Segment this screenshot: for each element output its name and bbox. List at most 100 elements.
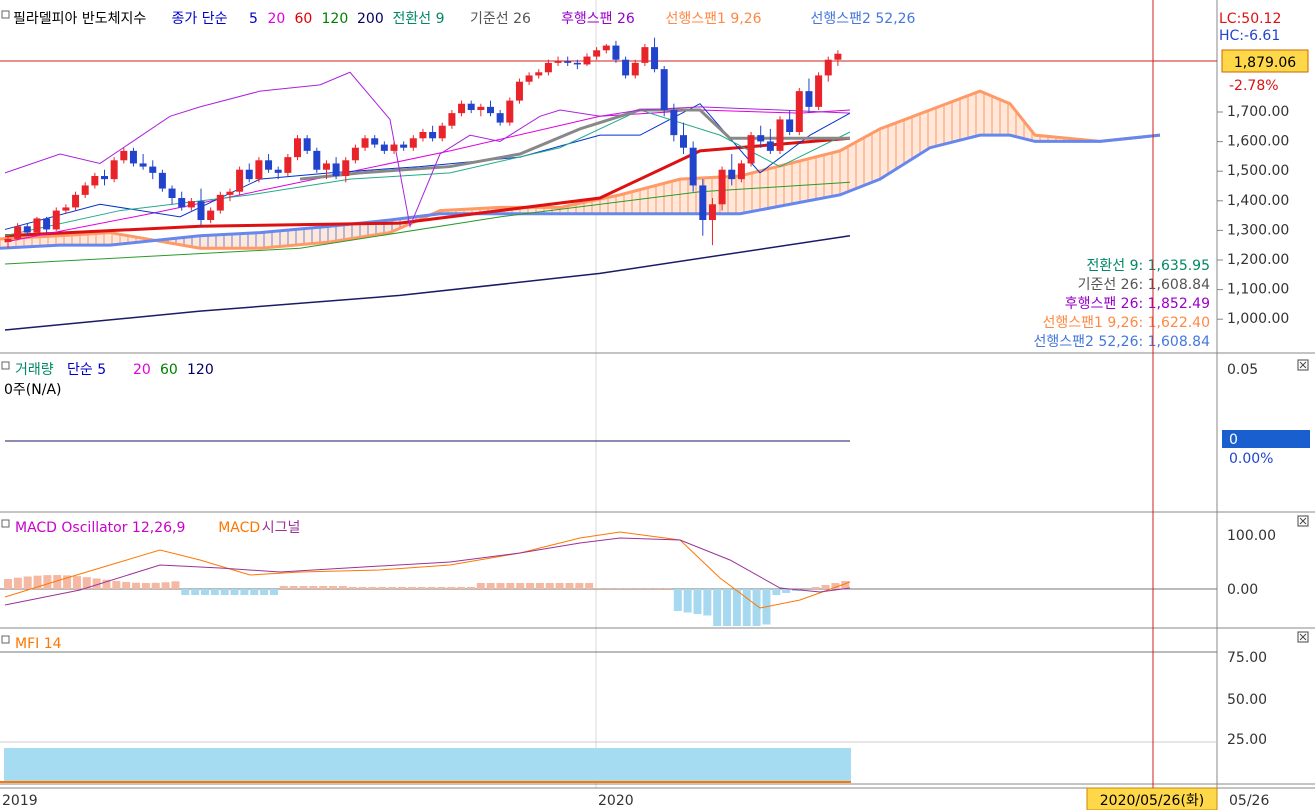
macd-bar [595,588,603,589]
legend-item: MFI 14 [15,636,62,652]
candle-body [487,106,494,114]
candle-body [274,169,282,173]
candle-body [351,147,359,161]
legend-item: 60 [160,362,178,378]
volume-subtitle: 0주(N/A) [4,382,61,398]
candle-body [149,166,157,173]
candle-body [284,157,292,173]
current-price: 1,879.06 [1234,55,1296,71]
legend-item: 120 [322,11,349,27]
hc-value: HC:-6.61 [1219,28,1280,44]
macd-bar [447,587,456,589]
legend-item: 필라델피아 반도체지수 [13,11,146,27]
candle-body [824,59,832,76]
candle-body [390,144,398,151]
volume-y-tick: 0.05 [1227,362,1258,378]
macd-bar [260,589,269,595]
x-label: 2019 [2,793,38,809]
volume-pct: 0.00% [1229,451,1273,467]
macd-bar [624,588,633,589]
candle-body [72,194,80,208]
candle-body [139,163,147,167]
macd-bar [427,587,436,589]
legend-item: 20 [133,362,151,378]
price-y-tick: 1,100.00 [1227,282,1289,298]
macd-bar [191,589,200,595]
chart-canvas[interactable]: 필라델피아 반도체지수 종가 단순 5 20 60 120 200 전환선 9 기준선 26 후행… [0,0,1315,810]
candle-body [805,91,813,107]
candle-body [815,75,823,107]
macd-bar [713,589,722,626]
candle-body [4,238,12,242]
candle-body [207,210,215,220]
candle-body [409,138,417,148]
candle-body [680,135,687,148]
candle-body [62,207,70,211]
legend-item: 5 [249,11,258,27]
candle-body [33,218,41,233]
macd-bar [240,589,249,595]
macd-bar [555,583,564,589]
legend-item: 120 [187,362,214,378]
candle-body [496,113,504,123]
candle-body [602,45,610,51]
candle-body [515,81,523,101]
macd-bar [772,589,781,595]
candle-body [52,210,60,230]
macd-bar [683,589,692,613]
macd-bar [72,576,81,589]
candle-body [573,62,581,65]
price-y-tick: 1,400.00 [1227,193,1289,209]
macd-y-tick: 100.00 [1227,528,1276,544]
candle-body [236,169,244,192]
candle-body [332,163,340,176]
candle-body [776,119,784,151]
candle-body [631,62,639,76]
candle-body [322,163,330,170]
macd-bar [171,581,180,589]
change-pct: -2.78% [1229,78,1279,94]
candle-body [101,176,108,180]
macd-bar [693,589,702,614]
macd-bar [644,588,653,589]
macd-bar [358,587,367,589]
macd-bar [43,575,52,589]
mfi-y-tick: 75.00 [1227,650,1267,666]
macd-bar [338,586,347,589]
candle-body [226,191,234,195]
macd-bar [821,585,830,589]
macd-bar [604,588,613,589]
candle-body [564,61,572,63]
macd-bar [457,587,466,589]
candle-body [467,103,475,110]
candle-body [660,69,668,110]
candle-body [747,135,755,164]
price-y-tick: 1,200.00 [1227,252,1289,268]
macd-bar [437,587,446,589]
candle-body [699,185,707,220]
legend-item: 후행스팬 26 [561,11,635,27]
indicator-value: 후행스팬 26: 1,852.49 [1065,296,1210,312]
volume-current: 0 [1229,432,1238,448]
candle-body [718,169,726,205]
macd-bar [407,587,416,589]
macd-bar [654,588,663,589]
price-y-tick: 1,000.00 [1227,311,1289,327]
macd-bar [575,583,584,589]
macd-bar [388,587,397,589]
background [0,0,1315,810]
macd-bar [289,586,298,589]
macd-bar [329,586,338,589]
candle-body [197,201,205,220]
legend-item: 전환선 9 [393,11,445,27]
legend-item: 200 [357,11,384,27]
candle-body [786,119,794,132]
candle-body [187,201,195,208]
candle-body [641,47,649,63]
candle-body [313,150,321,170]
candle-body [429,132,437,139]
candle-body [737,163,745,180]
indicator-value: 전환선 9: 1,635.95 [1086,258,1210,274]
candle-body [448,113,456,126]
candle-body [255,160,263,180]
